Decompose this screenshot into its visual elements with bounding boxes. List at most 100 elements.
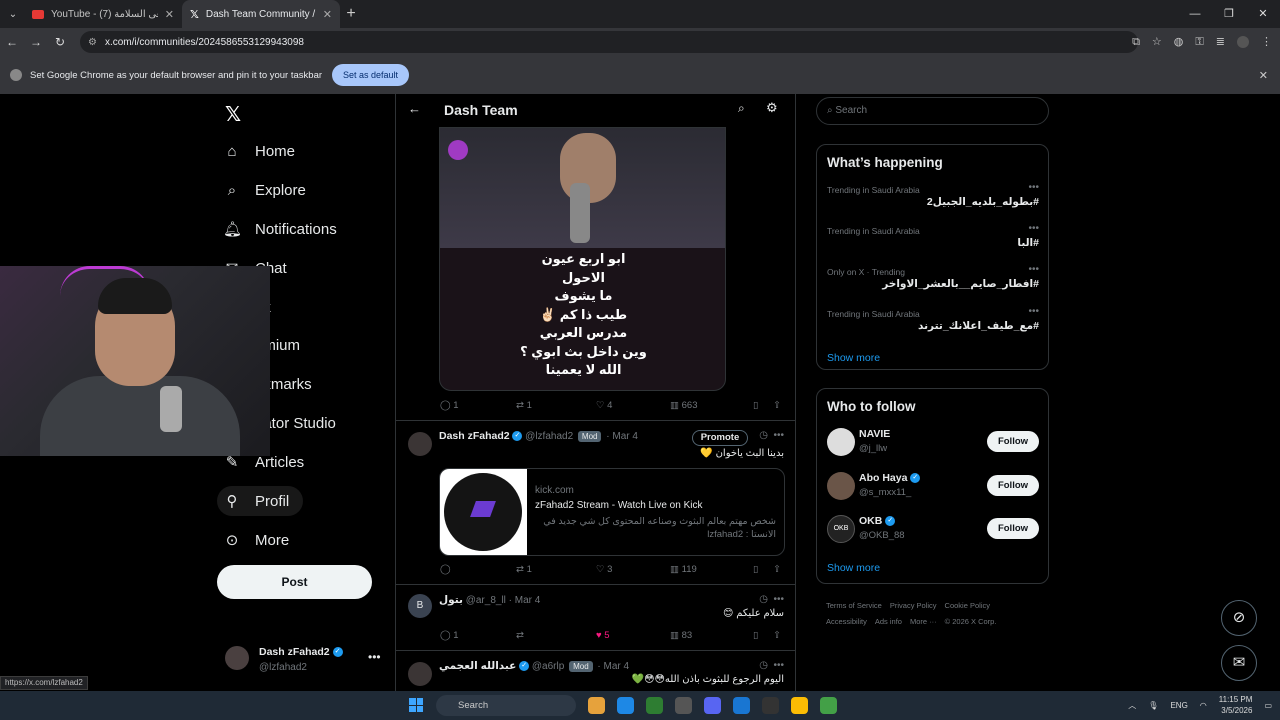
bookmark-icon[interactable]: ▯	[753, 564, 758, 575]
store-icon[interactable]	[646, 697, 663, 714]
gear-icon[interactable]: ⚙	[766, 100, 778, 116]
follow-button[interactable]: Follow	[987, 431, 1039, 452]
windows-start-icon[interactable]	[409, 698, 423, 712]
avatar[interactable]	[408, 662, 432, 686]
media-icon[interactable]: ≣	[1216, 31, 1225, 53]
discord-icon[interactable]	[704, 697, 721, 714]
post-button[interactable]: Post	[217, 565, 372, 599]
share-icon[interactable]: ⇪	[773, 564, 781, 575]
mic-icon[interactable]: 🎙︎	[1148, 701, 1158, 710]
install-icon[interactable]: ⧉	[1132, 31, 1140, 53]
search-input[interactable]: ⌕ Search	[816, 97, 1049, 125]
share-icon[interactable]: ⇪	[773, 630, 781, 641]
puzzle-icon[interactable]: ⚿	[1195, 31, 1203, 53]
like-icon[interactable]: ♥ 5	[596, 630, 610, 641]
menu-icon[interactable]: ⋮	[1261, 31, 1272, 53]
link-card[interactable]: kick.com zFahad2 Stream - Watch Live on …	[439, 468, 785, 556]
close-window-icon[interactable]: ✕	[1246, 0, 1280, 28]
new-tab-button[interactable]: +	[340, 5, 362, 23]
search-icon[interactable]: ⌕	[738, 101, 745, 116]
more-dots-icon[interactable]: •••	[1028, 306, 1039, 317]
close-tab-icon[interactable]: ✕	[323, 8, 332, 21]
reload-icon[interactable]: ↻	[48, 35, 72, 49]
post-meta-icons[interactable]: ◷ •••	[759, 430, 784, 441]
notification-icon[interactable]: ▭	[1264, 701, 1272, 710]
avatar[interactable]: OKB	[827, 515, 855, 543]
like-icon[interactable]: ♡ 4	[596, 400, 612, 411]
footer-link[interactable]: Cookie Policy	[945, 601, 990, 610]
avatar[interactable]	[827, 472, 855, 500]
footer-link[interactable]: Terms of Service	[826, 601, 882, 610]
follow-button[interactable]: Follow	[987, 475, 1039, 496]
edge-icon[interactable]	[617, 697, 634, 714]
app-icon[interactable]	[675, 697, 692, 714]
site-info-icon[interactable]: ⚙	[88, 37, 97, 48]
avatar[interactable]	[827, 428, 855, 456]
back-icon[interactable]: ←	[0, 35, 24, 49]
repost-icon[interactable]: ⇄	[516, 630, 524, 641]
follow-suggestion[interactable]: Abo Haya ✓ @s_mxx11_ Follow	[827, 469, 1039, 503]
nav-notifications[interactable]: 🔔︎ Notifications	[223, 214, 337, 244]
follow-suggestion[interactable]: NAVIE @j_llw Follow	[827, 425, 1039, 459]
avatar[interactable]	[408, 432, 432, 456]
language[interactable]: ENG	[1170, 701, 1187, 710]
url-bar[interactable]: ⚙ x.com/i/communities/202458655312994309…	[80, 31, 1138, 53]
avatar[interactable]: B	[408, 594, 432, 618]
tab-youtube[interactable]: YouTube - أبغى السلامة (7) ✕	[24, 0, 182, 28]
show-more-link[interactable]: Show more	[827, 562, 880, 574]
set-default-button[interactable]: Set as default	[332, 64, 410, 86]
messages-fab-icon[interactable]: ✉	[1221, 645, 1257, 681]
nav-profile[interactable]: ⚲ Profil	[217, 486, 304, 516]
footer-link[interactable]: Accessibility	[826, 617, 867, 626]
footer-link[interactable]: Ads info	[875, 617, 902, 626]
reply-icon[interactable]: ◯ 1	[440, 400, 459, 411]
extension-icon[interactable]: ◍	[1174, 31, 1184, 53]
wifi-icon[interactable]: ◠	[1200, 701, 1207, 710]
profile-avatar[interactable]	[1237, 36, 1249, 48]
tab-x-community[interactable]: 𝕏 Dash Team Community / X ✕	[182, 0, 340, 28]
promote-button[interactable]: Promote	[692, 430, 748, 446]
files-icon[interactable]	[588, 697, 605, 714]
bookmark-icon[interactable]: ▯	[753, 630, 758, 641]
views-icon[interactable]: ▥ 663	[670, 400, 697, 411]
taskbar-search[interactable]: Search	[436, 695, 576, 716]
nav-explore[interactable]: ⌕ Explore	[223, 175, 306, 205]
close-tab-icon[interactable]: ✕	[165, 8, 174, 21]
follow-button[interactable]: Follow	[987, 518, 1039, 539]
like-icon[interactable]: ♡ 3	[596, 564, 612, 575]
follow-suggestion[interactable]: OKB OKB ✓ @OKB_88 Follow	[827, 512, 1039, 546]
x-logo-icon[interactable]: 𝕏	[225, 102, 241, 127]
share-icon[interactable]: ⇪	[773, 400, 781, 411]
nav-more[interactable]: ⊙ More	[223, 525, 289, 555]
chevron-up-icon[interactable]: ︿	[1128, 700, 1136, 711]
minimize-icon[interactable]: —	[1178, 0, 1212, 28]
bookmark-icon[interactable]: ▯	[753, 400, 758, 411]
views-icon[interactable]: ▥ 83	[670, 630, 692, 641]
restore-icon[interactable]: ❐	[1212, 0, 1246, 28]
more-dots-icon[interactable]: •••	[1028, 264, 1039, 275]
reply-icon[interactable]: ◯	[440, 564, 451, 575]
post-media[interactable]: ابو اربع عيون الاحول ما يشوف طيب ذا كم ✌🏻 مد…	[439, 127, 726, 391]
show-more-link[interactable]: Show more	[827, 352, 880, 364]
nav-home[interactable]: ⌂ Home	[223, 136, 295, 166]
close-infobar-icon[interactable]: ✕	[1259, 69, 1268, 82]
app-icon[interactable]	[733, 697, 750, 714]
more-dots-icon[interactable]: •••	[1028, 223, 1039, 234]
app-icon[interactable]	[762, 697, 779, 714]
repost-icon[interactable]: ⇄ 1	[516, 400, 532, 411]
post-meta-icons[interactable]: ◷ •••	[759, 660, 784, 671]
repost-icon[interactable]: ⇄ 1	[516, 564, 532, 575]
forward-icon[interactable]: →	[24, 35, 48, 49]
clock[interactable]: 11:15 PM 3/5/2026	[1219, 694, 1253, 716]
post-meta-icons[interactable]: ◷ •••	[759, 594, 784, 605]
footer-link[interactable]: Privacy Policy	[890, 601, 937, 610]
views-icon[interactable]: ▥ 119	[670, 564, 697, 575]
account-switcher[interactable]: Dash zFahad2 ✓ @lzfahad2 •••	[225, 642, 385, 682]
tab-search-icon[interactable]: ⌄	[2, 3, 24, 25]
footer-link[interactable]: More ···	[910, 617, 937, 626]
more-dots-icon[interactable]: •••	[1028, 182, 1039, 193]
grok-fab-icon[interactable]: ⊘	[1221, 600, 1257, 636]
reply-icon[interactable]: ◯ 1	[440, 630, 459, 641]
bookmark-star-icon[interactable]: ☆	[1152, 31, 1162, 53]
more-dots-icon[interactable]: •••	[368, 650, 381, 664]
